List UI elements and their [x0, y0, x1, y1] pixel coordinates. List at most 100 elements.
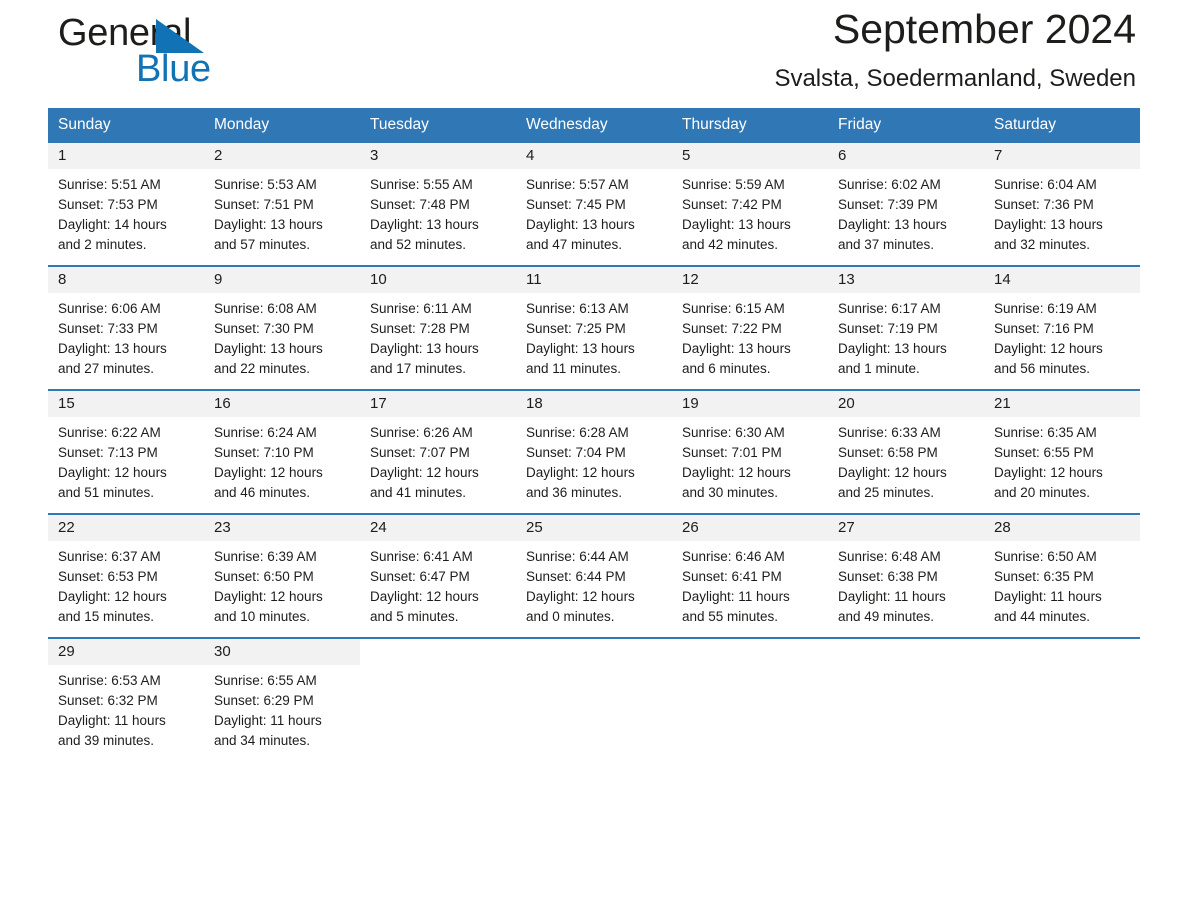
- daylight-duration-line1: Daylight: 12 hours: [526, 465, 635, 480]
- daylight-duration-line2: and 2 minutes.: [58, 237, 147, 252]
- calendar-day-cell[interactable]: 15 Sunrise: 6:22 AM Sunset: 7:13 PM Dayligh…: [48, 389, 204, 514]
- daylight-duration-line1: Daylight: 12 hours: [58, 465, 167, 480]
- daylight-duration-line2: and 6 minutes.: [682, 361, 771, 376]
- calendar-day-cell[interactable]: 21 Sunrise: 6:35 AM Sunset: 6:55 PM Dayligh…: [984, 389, 1140, 514]
- calendar-week-row: 29 Sunrise: 6:53 AM Sunset: 6:32 PM Dayligh…: [48, 637, 1140, 761]
- calendar-day-cell[interactable]: 25 Sunrise: 6:44 AM Sunset: 6:44 PM Dayligh…: [516, 513, 672, 638]
- sunrise-time: Sunrise: 6:13 AM: [526, 301, 629, 316]
- calendar-day-cell[interactable]: 1 Sunrise: 5:51 AM Sunset: 7:53 PM Daylight…: [48, 143, 204, 266]
- calendar-day-cell[interactable]: 24 Sunrise: 6:41 AM Sunset: 6:47 PM Dayligh…: [360, 513, 516, 638]
- day-cell-inner: 11 Sunrise: 6:13 AM Sunset: 7:25 PM Dayligh…: [516, 267, 672, 389]
- day-details: Sunrise: 6:22 AM Sunset: 7:13 PM Daylight:…: [48, 417, 204, 503]
- day-details: Sunrise: 6:35 AM Sunset: 6:55 PM Daylight:…: [984, 417, 1140, 503]
- calendar-day-cell[interactable]: 19 Sunrise: 6:30 AM Sunset: 7:01 PM Dayligh…: [672, 389, 828, 514]
- weekday-header-monday: Monday: [204, 108, 360, 143]
- daylight-duration-line1: Daylight: 13 hours: [838, 341, 947, 356]
- calendar-body: 1 Sunrise: 5:51 AM Sunset: 7:53 PM Daylight…: [48, 143, 1140, 761]
- sunset-time: Sunset: 7:16 PM: [994, 321, 1094, 336]
- day-number: 15: [48, 391, 204, 417]
- day-cell-inner: 30 Sunrise: 6:55 AM Sunset: 6:29 PM Dayligh…: [204, 639, 360, 761]
- calendar-day-cell[interactable]: 5 Sunrise: 5:59 AM Sunset: 7:42 PM Daylight…: [672, 143, 828, 266]
- sunrise-time: Sunrise: 6:02 AM: [838, 177, 941, 192]
- sunrise-time: Sunrise: 6:15 AM: [682, 301, 785, 316]
- calendar-day-cell[interactable]: 20 Sunrise: 6:33 AM Sunset: 6:58 PM Dayligh…: [828, 389, 984, 514]
- calendar-day-cell[interactable]: 2 Sunrise: 5:53 AM Sunset: 7:51 PM Daylight…: [204, 143, 360, 266]
- day-cell-inner: 7 Sunrise: 6:04 AM Sunset: 7:36 PM Daylight…: [984, 143, 1140, 265]
- day-cell-inner: 5 Sunrise: 5:59 AM Sunset: 7:42 PM Daylight…: [672, 143, 828, 265]
- calendar-day-cell[interactable]: 26 Sunrise: 6:46 AM Sunset: 6:41 PM Dayligh…: [672, 513, 828, 638]
- daylight-duration-line2: and 32 minutes.: [994, 237, 1091, 252]
- sunrise-time: Sunrise: 6:08 AM: [214, 301, 317, 316]
- sunset-time: Sunset: 6:29 PM: [214, 693, 314, 708]
- weekday-header-friday: Friday: [828, 108, 984, 143]
- general-blue-logo[interactable]: General Blue: [58, 12, 288, 92]
- calendar-week-row: 22 Sunrise: 6:37 AM Sunset: 6:53 PM Dayligh…: [48, 513, 1140, 638]
- sunrise-time: Sunrise: 6:41 AM: [370, 549, 473, 564]
- calendar-day-cell[interactable]: 9 Sunrise: 6:08 AM Sunset: 7:30 PM Daylight…: [204, 265, 360, 390]
- day-cell-inner: [828, 639, 984, 761]
- masthead: General Blue September 2024 Svalsta, Soe…: [48, 0, 1140, 108]
- calendar-day-cell[interactable]: 8 Sunrise: 6:06 AM Sunset: 7:33 PM Daylight…: [48, 265, 204, 390]
- day-cell-inner: 17 Sunrise: 6:26 AM Sunset: 7:07 PM Dayligh…: [360, 391, 516, 513]
- day-number: 9: [204, 267, 360, 293]
- sunset-time: Sunset: 6:47 PM: [370, 569, 470, 584]
- sunrise-time: Sunrise: 6:37 AM: [58, 549, 161, 564]
- calendar-day-cell[interactable]: 4 Sunrise: 5:57 AM Sunset: 7:45 PM Daylight…: [516, 143, 672, 266]
- calendar-day-cell[interactable]: 10 Sunrise: 6:11 AM Sunset: 7:28 PM Dayligh…: [360, 265, 516, 390]
- daylight-duration-line2: and 42 minutes.: [682, 237, 779, 252]
- day-details: Sunrise: 6:37 AM Sunset: 6:53 PM Daylight:…: [48, 541, 204, 627]
- day-number: 29: [48, 639, 204, 665]
- day-number: 19: [672, 391, 828, 417]
- daylight-duration-line1: Daylight: 12 hours: [526, 589, 635, 604]
- calendar-day-cell[interactable]: 7 Sunrise: 6:04 AM Sunset: 7:36 PM Daylight…: [984, 143, 1140, 266]
- sunrise-time: Sunrise: 6:53 AM: [58, 673, 161, 688]
- calendar-day-cell[interactable]: 22 Sunrise: 6:37 AM Sunset: 6:53 PM Dayligh…: [48, 513, 204, 638]
- day-cell-inner: 12 Sunrise: 6:15 AM Sunset: 7:22 PM Dayligh…: [672, 267, 828, 389]
- day-details: Sunrise: 6:50 AM Sunset: 6:35 PM Daylight:…: [984, 541, 1140, 627]
- sunrise-time: Sunrise: 6:55 AM: [214, 673, 317, 688]
- calendar-day-cell[interactable]: 6 Sunrise: 6:02 AM Sunset: 7:39 PM Daylight…: [828, 143, 984, 266]
- sunrise-time: Sunrise: 6:50 AM: [994, 549, 1097, 564]
- day-details: Sunrise: 6:17 AM Sunset: 7:19 PM Daylight:…: [828, 293, 984, 379]
- weekday-header-saturday: Saturday: [984, 108, 1140, 143]
- sunrise-time: Sunrise: 5:59 AM: [682, 177, 785, 192]
- day-details: Sunrise: 5:57 AM Sunset: 7:45 PM Daylight:…: [516, 169, 672, 255]
- day-cell-inner: 23 Sunrise: 6:39 AM Sunset: 6:50 PM Dayligh…: [204, 515, 360, 637]
- calendar-day-cell[interactable]: 12 Sunrise: 6:15 AM Sunset: 7:22 PM Dayligh…: [672, 265, 828, 390]
- sunrise-time: Sunrise: 5:53 AM: [214, 177, 317, 192]
- daylight-duration-line1: Daylight: 11 hours: [994, 589, 1102, 604]
- sunset-time: Sunset: 6:58 PM: [838, 445, 938, 460]
- calendar-day-cell[interactable]: 30 Sunrise: 6:55 AM Sunset: 6:29 PM Dayligh…: [204, 637, 360, 761]
- day-number: 8: [48, 267, 204, 293]
- calendar-day-cell[interactable]: 28 Sunrise: 6:50 AM Sunset: 6:35 PM Dayligh…: [984, 513, 1140, 638]
- calendar-day-cell[interactable]: 17 Sunrise: 6:26 AM Sunset: 7:07 PM Dayligh…: [360, 389, 516, 514]
- day-cell-inner: 27 Sunrise: 6:48 AM Sunset: 6:38 PM Dayligh…: [828, 515, 984, 637]
- day-details: Sunrise: 6:55 AM Sunset: 6:29 PM Daylight:…: [204, 665, 360, 751]
- sunset-time: Sunset: 7:33 PM: [58, 321, 158, 336]
- daylight-duration-line1: Daylight: 12 hours: [994, 341, 1103, 356]
- day-cell-inner: 15 Sunrise: 6:22 AM Sunset: 7:13 PM Dayligh…: [48, 391, 204, 513]
- daylight-duration-line1: Daylight: 12 hours: [838, 465, 947, 480]
- sunset-time: Sunset: 7:51 PM: [214, 197, 314, 212]
- calendar-day-cell[interactable]: 13 Sunrise: 6:17 AM Sunset: 7:19 PM Dayligh…: [828, 265, 984, 390]
- calendar-day-cell[interactable]: 14 Sunrise: 6:19 AM Sunset: 7:16 PM Dayligh…: [984, 265, 1140, 390]
- calendar-day-cell-empty: [828, 637, 984, 761]
- sunset-time: Sunset: 7:48 PM: [370, 197, 470, 212]
- calendar-day-cell[interactable]: 11 Sunrise: 6:13 AM Sunset: 7:25 PM Dayligh…: [516, 265, 672, 390]
- daylight-duration-line2: and 15 minutes.: [58, 609, 155, 624]
- calendar-day-cell[interactable]: 16 Sunrise: 6:24 AM Sunset: 7:10 PM Dayligh…: [204, 389, 360, 514]
- calendar-day-cell[interactable]: 3 Sunrise: 5:55 AM Sunset: 7:48 PM Daylight…: [360, 143, 516, 266]
- calendar-day-cell[interactable]: 23 Sunrise: 6:39 AM Sunset: 6:50 PM Dayligh…: [204, 513, 360, 638]
- logo-text-blue: Blue: [136, 48, 211, 90]
- daylight-duration-line2: and 46 minutes.: [214, 485, 311, 500]
- day-number: 11: [516, 267, 672, 293]
- day-cell-inner: [672, 639, 828, 761]
- daylight-duration-line1: Daylight: 13 hours: [682, 341, 791, 356]
- day-number: 17: [360, 391, 516, 417]
- sunset-time: Sunset: 7:07 PM: [370, 445, 470, 460]
- daylight-duration-line2: and 25 minutes.: [838, 485, 935, 500]
- calendar-day-cell[interactable]: 18 Sunrise: 6:28 AM Sunset: 7:04 PM Dayligh…: [516, 389, 672, 514]
- calendar-day-cell[interactable]: 27 Sunrise: 6:48 AM Sunset: 6:38 PM Dayligh…: [828, 513, 984, 638]
- sunset-time: Sunset: 6:41 PM: [682, 569, 782, 584]
- calendar-day-cell[interactable]: 29 Sunrise: 6:53 AM Sunset: 6:32 PM Dayligh…: [48, 637, 204, 761]
